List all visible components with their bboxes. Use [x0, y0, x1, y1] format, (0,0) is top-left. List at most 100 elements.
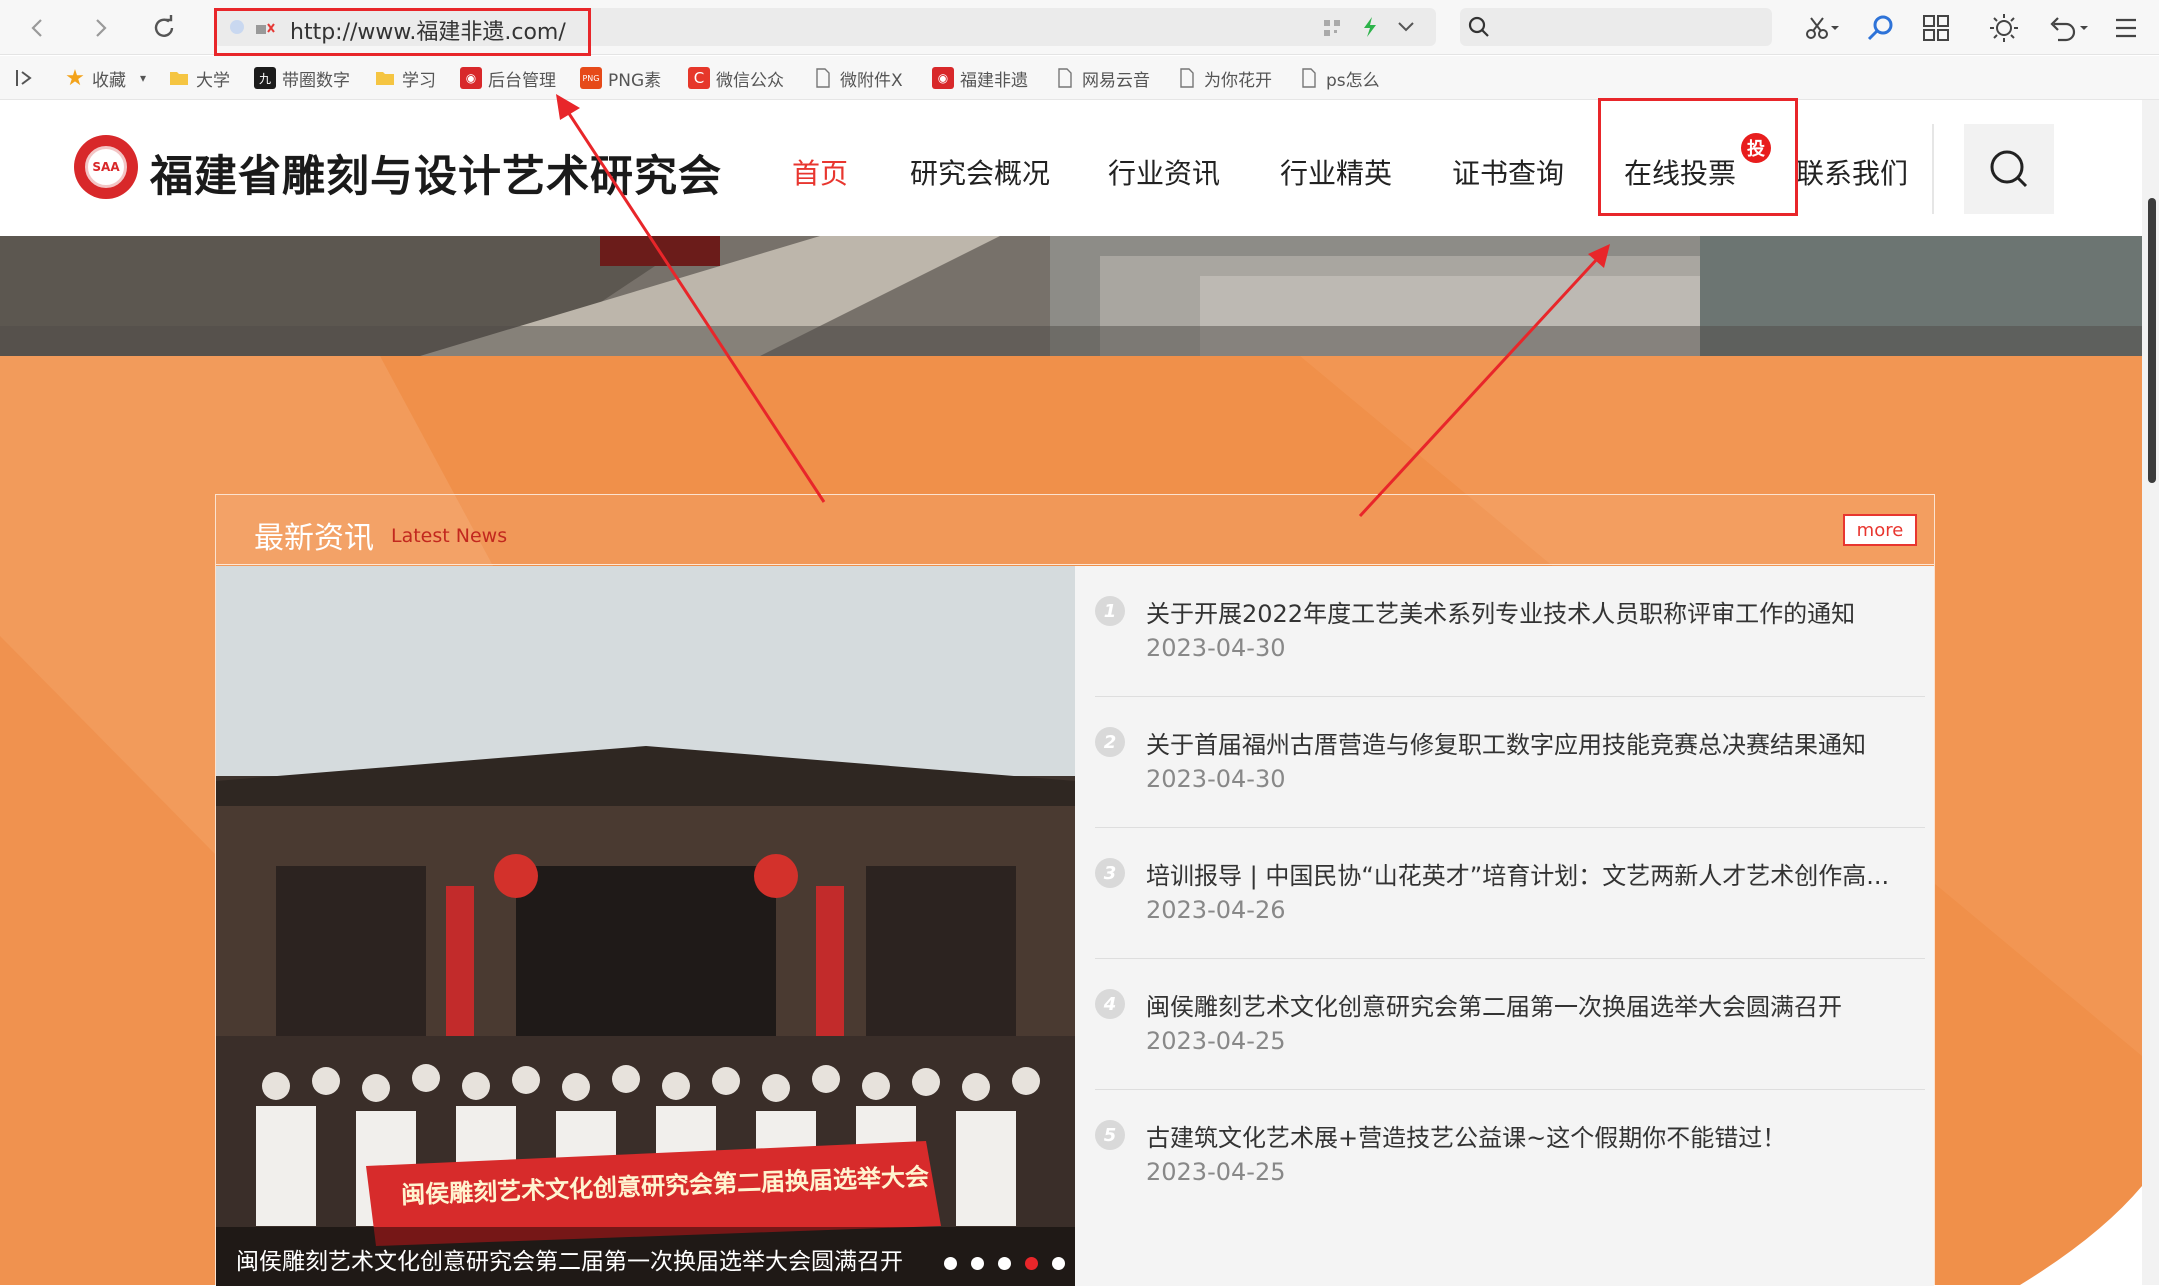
carousel-caption[interactable]: 闽侯雕刻艺术文化创意研究会第二届第一次换届选举大会圆满召开: [236, 1242, 903, 1276]
bookmark-item[interactable]: 九 带圈数字: [254, 66, 350, 91]
scissors-icon[interactable]: [1804, 14, 1840, 42]
c-icon: C: [688, 67, 710, 89]
news-date: 2023-04-25: [1146, 1027, 1286, 1055]
vote-annotation-box: [1598, 98, 1798, 216]
bookmark-item[interactable]: PNG PNG素: [580, 66, 662, 91]
bookmark-item[interactable]: ◉ 福建非遗: [932, 66, 1028, 91]
header-search-button[interactable]: [1964, 124, 2054, 214]
bookmark-item[interactable]: 网易云音: [1054, 66, 1150, 91]
bookmark-label: 大学: [196, 70, 230, 91]
forward-button[interactable]: [82, 10, 118, 46]
news-headline[interactable]: 古建筑文化艺术展+营造技艺公益课~这个假期你不能错过！: [1146, 1118, 1786, 1153]
back-button[interactable]: [20, 10, 56, 46]
logo-text: SAA: [85, 146, 127, 188]
bookmark-item[interactable]: ◉ 后台管理: [460, 66, 556, 91]
news-list-item[interactable]: 3 培训报导 | 中国民协“山花英才”培育计划：文艺两新人才艺术创作高... 2…: [1095, 828, 1925, 959]
undo-icon[interactable]: [2046, 14, 2090, 42]
page-icon: [816, 68, 830, 88]
bookmark-folder[interactable]: 学习: [374, 66, 436, 91]
bookmarks-bar: ★ 收藏 ▾ 大学 九 带圈数字 学习 ◉ 后台管理 PNG PNG素 C 微信…: [0, 56, 2159, 100]
sidebar-toggle-icon[interactable]: [14, 68, 36, 88]
news-list-item[interactable]: 4 闽侯雕刻艺术文化创意研究会第二届第一次换届选举大会圆满召开 2023-04-…: [1095, 959, 1925, 1090]
news-list-item[interactable]: 1 关于开展2022年度工艺美术系列专业技术人员职称评审工作的通知 2023-0…: [1095, 566, 1925, 697]
news-number: 5: [1095, 1120, 1125, 1150]
nav-industry-elite[interactable]: 行业精英: [1280, 152, 1392, 192]
carousel-dot-1[interactable]: [944, 1257, 957, 1270]
bookmark-label: ps怎么: [1326, 70, 1380, 91]
news-list-item[interactable]: 5 古建筑文化艺术展+营造技艺公益课~这个假期你不能错过！ 2023-04-25: [1095, 1090, 1925, 1221]
news-title: 最新资讯: [254, 521, 374, 556]
news-number: 1: [1095, 596, 1125, 626]
red-site-icon: ◉: [932, 67, 954, 89]
page-scrollbar-thumb[interactable]: [2148, 198, 2156, 483]
chevron-down-icon[interactable]: [1396, 18, 1416, 36]
bookmark-label: 福建非遗: [960, 70, 1028, 91]
nav-industry-news[interactable]: 行业资讯: [1108, 152, 1220, 192]
carousel-dot-5[interactable]: [1052, 1257, 1065, 1270]
site-logo[interactable]: SAA: [74, 135, 138, 199]
reload-icon: [154, 15, 174, 37]
bookmark-label: PNG素: [608, 70, 662, 91]
site-header: SAA 福建省雕刻与设计艺术研究会 首页 研究会概况 行业资讯 行业精英 证书查…: [0, 100, 2140, 236]
png-icon: PNG: [580, 67, 602, 89]
page-icon: [1302, 68, 1316, 88]
lightning-icon[interactable]: [1360, 16, 1380, 38]
search-icon: [1468, 16, 1489, 37]
news-date: 2023-04-26: [1146, 896, 1286, 924]
news-number: 3: [1095, 858, 1125, 888]
bookmark-item[interactable]: C 微信公众: [688, 66, 784, 91]
bookmark-label: 网易云音: [1082, 70, 1150, 91]
bookmark-item[interactable]: ps怎么: [1298, 66, 1380, 91]
nine-icon: 九: [254, 67, 276, 89]
page-icon: [1180, 68, 1194, 88]
folder-icon: [170, 72, 188, 85]
carousel-caption-bar: 闽侯雕刻艺术文化创意研究会第二届第一次换届选举大会圆满召开: [216, 1227, 1075, 1286]
news-date: 2023-04-30: [1146, 765, 1286, 793]
red-site-icon: ◉: [460, 67, 482, 89]
latest-news-panel: 最新资讯 Latest News more 闽侯雕刻艺术文化创意研究会第二届换届…: [215, 494, 1935, 1286]
back-arrow-icon: [31, 19, 42, 37]
more-button[interactable]: more: [1843, 514, 1917, 546]
url-annotation-box: [214, 8, 591, 56]
news-number: 4: [1095, 989, 1125, 1019]
news-date: 2023-04-30: [1146, 634, 1286, 662]
bookmark-favorites[interactable]: ★ 收藏 ▾: [64, 66, 147, 91]
bookmark-label: 带圈数字: [282, 70, 350, 91]
nav-home[interactable]: 首页: [792, 152, 848, 192]
bookmark-item[interactable]: 微附件X: [812, 66, 903, 91]
brightness-icon[interactable]: [1988, 12, 2020, 44]
bookmark-label: 收藏: [92, 70, 126, 91]
news-panel-header: 最新资讯 Latest News more: [216, 495, 1934, 565]
carousel-dot-3[interactable]: [998, 1257, 1011, 1270]
nav-overview[interactable]: 研究会概况: [910, 152, 1050, 192]
menu-icon[interactable]: [2114, 16, 2138, 40]
reload-button[interactable]: [146, 10, 182, 46]
news-subtitle: Latest News: [391, 525, 508, 547]
news-headline[interactable]: 培训报导 | 中国民协“山花英才”培育计划：文艺两新人才艺术创作高...: [1146, 856, 1889, 891]
hero-banner-image: [0, 236, 2142, 356]
magnifier-blue-icon[interactable]: [1866, 14, 1896, 42]
carousel-dot-4[interactable]: [1025, 1257, 1038, 1270]
carousel-dot-2[interactable]: [971, 1257, 984, 1270]
banner-scenery: [0, 236, 2142, 356]
site-title[interactable]: 福建省雕刻与设计艺术研究会: [150, 142, 722, 204]
browser-toolbar: http://www.福建非遗.com/: [0, 0, 2159, 56]
bookmark-folder[interactable]: 大学: [168, 66, 230, 91]
news-list: 1 关于开展2022年度工艺美术系列专业技术人员职称评审工作的通知 2023-0…: [1075, 566, 1934, 1286]
dropdown-caret-icon: ▾: [140, 71, 147, 85]
news-carousel-photo[interactable]: 闽侯雕刻艺术文化创意研究会第二届换届选举大会 闽侯雕刻艺术文化创意研究会第二届第…: [216, 566, 1075, 1286]
qr-code-icon[interactable]: [1322, 18, 1342, 38]
news-headline[interactable]: 关于开展2022年度工艺美术系列专业技术人员职称评审工作的通知: [1146, 594, 1855, 629]
nav-contact-us[interactable]: 联系我们: [1796, 152, 1908, 192]
page-icon: [1058, 68, 1072, 88]
apps-grid-icon[interactable]: [1922, 14, 1950, 42]
news-list-item[interactable]: 2 关于首届福州古厝营造与修复职工数字应用技能竞赛总决赛结果通知 2023-04…: [1095, 697, 1925, 828]
news-number: 2: [1095, 727, 1125, 757]
news-headline[interactable]: 关于首届福州古厝营造与修复职工数字应用技能竞赛总决赛结果通知: [1146, 725, 1866, 760]
browser-search-input[interactable]: [1460, 8, 1772, 46]
bookmark-item[interactable]: 为你花开: [1176, 66, 1272, 91]
news-headline[interactable]: 闽侯雕刻艺术文化创意研究会第二届第一次换届选举大会圆满召开: [1146, 987, 1842, 1022]
forward-arrow-icon: [96, 19, 107, 37]
nav-certificate-query[interactable]: 证书查询: [1452, 152, 1564, 192]
nav-divider: [1932, 124, 1934, 214]
